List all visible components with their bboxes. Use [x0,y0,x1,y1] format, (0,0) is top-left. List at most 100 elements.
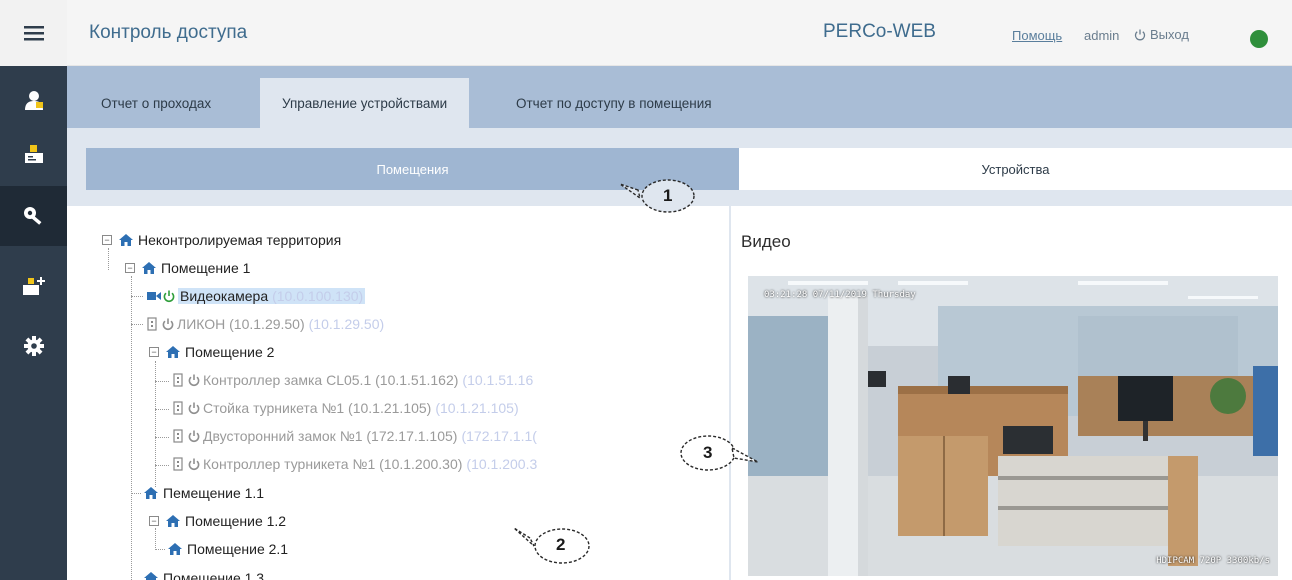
tree-node-label: Помещение 1.2 [185,513,287,529]
brand-name: PERCo-WEB [823,21,936,42]
menu-button[interactable] [0,0,67,66]
callout-1 [619,179,695,213]
page-title: Контроль доступа [89,22,248,43]
house-icon [142,262,156,274]
tab-pass-report[interactable]: Отчет о проходах [79,78,233,128]
logout-label: Выход [1150,27,1189,42]
sidebar [0,0,67,580]
controller-icon [173,429,183,443]
tree-node-room-2-1[interactable]: Помещение 2.1 [167,539,288,559]
tree-node-label: Контроллер замка CL05.1 (10.1.51.162) [203,372,459,388]
tree-node-room-1-1[interactable]: Пемещение 1.1 [143,483,264,503]
controller-icon [147,317,157,331]
tree-node-label: Стойка турникета №1 (10.1.21.105) [203,400,432,416]
video-panel: Видео 03:21:28 07/11/2019 Thursday HDIPC… [731,206,1292,580]
connection-status-indicator [1250,30,1268,48]
tree-connector [108,248,109,270]
sidebar-item-employees[interactable] [0,70,67,130]
callout-1-label: 1 [663,186,673,205]
tree-connector [155,437,169,438]
logout-button[interactable]: Выход [1134,27,1189,42]
menu-icon [23,26,44,41]
tab-device-management[interactable]: Управление устройствами [260,78,470,128]
tree-node-device[interactable]: Стойка турникета №1 (10.1.21.105) (10.1.… [173,398,519,418]
ip-address: (172.17.1.1( [461,428,537,444]
tree-connector [155,381,169,382]
controller-icon [173,457,183,471]
tree-node-device[interactable]: Контроллер замка CL05.1 (10.1.51.162) (1… [173,370,533,390]
tree-node-label: ЛИКОН (10.1.29.50) [177,316,305,332]
controller-icon [173,401,183,415]
tree-node-label: Контроллер турникета №1 (10.1.200.30) [203,456,463,472]
rooms-tree-panel: − Неконтролируемая территория − Помещени… [67,206,729,580]
collapse-icon[interactable]: − [149,516,159,526]
segment-devices[interactable]: Устройства [739,148,1292,190]
collapse-icon[interactable]: − [149,347,159,357]
help-link[interactable]: Помощь [1012,28,1062,43]
tree-node-room-2[interactable]: − Помещение 2 [149,342,274,362]
collapse-icon[interactable]: − [125,263,135,273]
tree-node-room-1-3[interactable]: Помещение 1.3 [143,568,264,580]
callout-2 [513,527,590,564]
tree-node-root[interactable]: − Неконтролируемая территория [102,230,341,250]
tree-node-label: Помещение 2 [185,344,275,360]
house-icon [168,543,182,555]
ip-address: (10.1.29.50) [308,316,385,332]
house-icon [166,515,180,527]
power-offline-icon [188,458,200,470]
sidebar-item-cards[interactable] [0,124,67,184]
tab-bar: Отчет о проходах Управление устройствами… [67,66,1292,128]
power-online-icon [163,290,175,302]
tree-connector [131,493,141,494]
callout-3 [680,435,759,471]
tree-node-camera[interactable]: Видеокамера (10.0.100.130) [147,286,366,306]
tree-node-label: Пемещение 1.1 [163,485,265,501]
power-icon [1134,29,1146,40]
tree-connector [131,296,143,297]
id-card-icon [24,145,43,163]
power-offline-icon [188,374,200,386]
tab-room-access-report[interactable]: Отчет по доступу в помещения [494,78,734,128]
tree-node-label: Помещение 2.1 [187,541,289,557]
video-timestamp-overlay: 03:21:28 07/11/2019 Thursday [764,290,916,300]
video-stream[interactable]: 03:21:28 07/11/2019 Thursday HDIPCAM 720… [748,276,1278,576]
sidebar-item-add-card[interactable] [0,256,67,316]
tree-node-label: Неконтролируемая территория [138,232,342,248]
current-user: admin [1084,28,1120,43]
video-camera-icon [147,292,161,300]
tree-connector [131,324,143,325]
collapse-icon[interactable]: − [102,235,112,245]
tree-connector [155,549,165,550]
power-offline-icon [162,318,174,330]
video-panel-title: Видео [741,232,791,251]
tree-node-room-1[interactable]: − Помещение 1 [125,258,250,278]
tree-node-device[interactable]: Двусторонний замок №1 (172.17.1.105) (17… [173,426,537,446]
tree-node-label: Помещение 1 [161,260,251,276]
ip-address: (10.0.100.130) [272,288,364,304]
callout-3-label: 3 [703,443,713,462]
add-card-icon [22,277,45,295]
tree-connector [155,465,169,466]
app-header: Контроль доступа PERCo-WEB Помощь admin … [67,0,1292,66]
house-icon [144,572,158,580]
power-offline-icon [188,402,200,414]
callout-2-label: 2 [556,535,566,554]
sidebar-item-access-control[interactable] [0,186,67,246]
tree-node-device[interactable]: Контроллер турникета №1 (10.1.200.30) (1… [173,454,537,474]
power-offline-icon [188,430,200,442]
tree-connector [155,528,156,550]
tree-connector [155,409,169,410]
tree-connector [131,276,132,580]
ip-address: (10.1.200.3 [466,456,538,472]
tree-node-label: Помещение 1.3 [163,570,265,580]
tree-node-label: Видеокамера (10.0.100.130) [178,288,366,304]
house-icon [119,234,133,246]
tree-node-likon[interactable]: ЛИКОН (10.1.29.50) (10.1.29.50) [147,314,384,334]
controller-icon [173,373,183,387]
app-window: Контроль доступа PERCo-WEB Помощь admin … [0,0,1292,580]
sidebar-item-settings[interactable] [0,316,67,376]
ip-address: (10.1.51.16 [462,372,534,388]
ip-address: (10.1.21.105) [435,400,519,416]
tree-node-room-1-2[interactable]: − Помещение 1.2 [149,511,286,531]
key-icon [23,207,41,225]
